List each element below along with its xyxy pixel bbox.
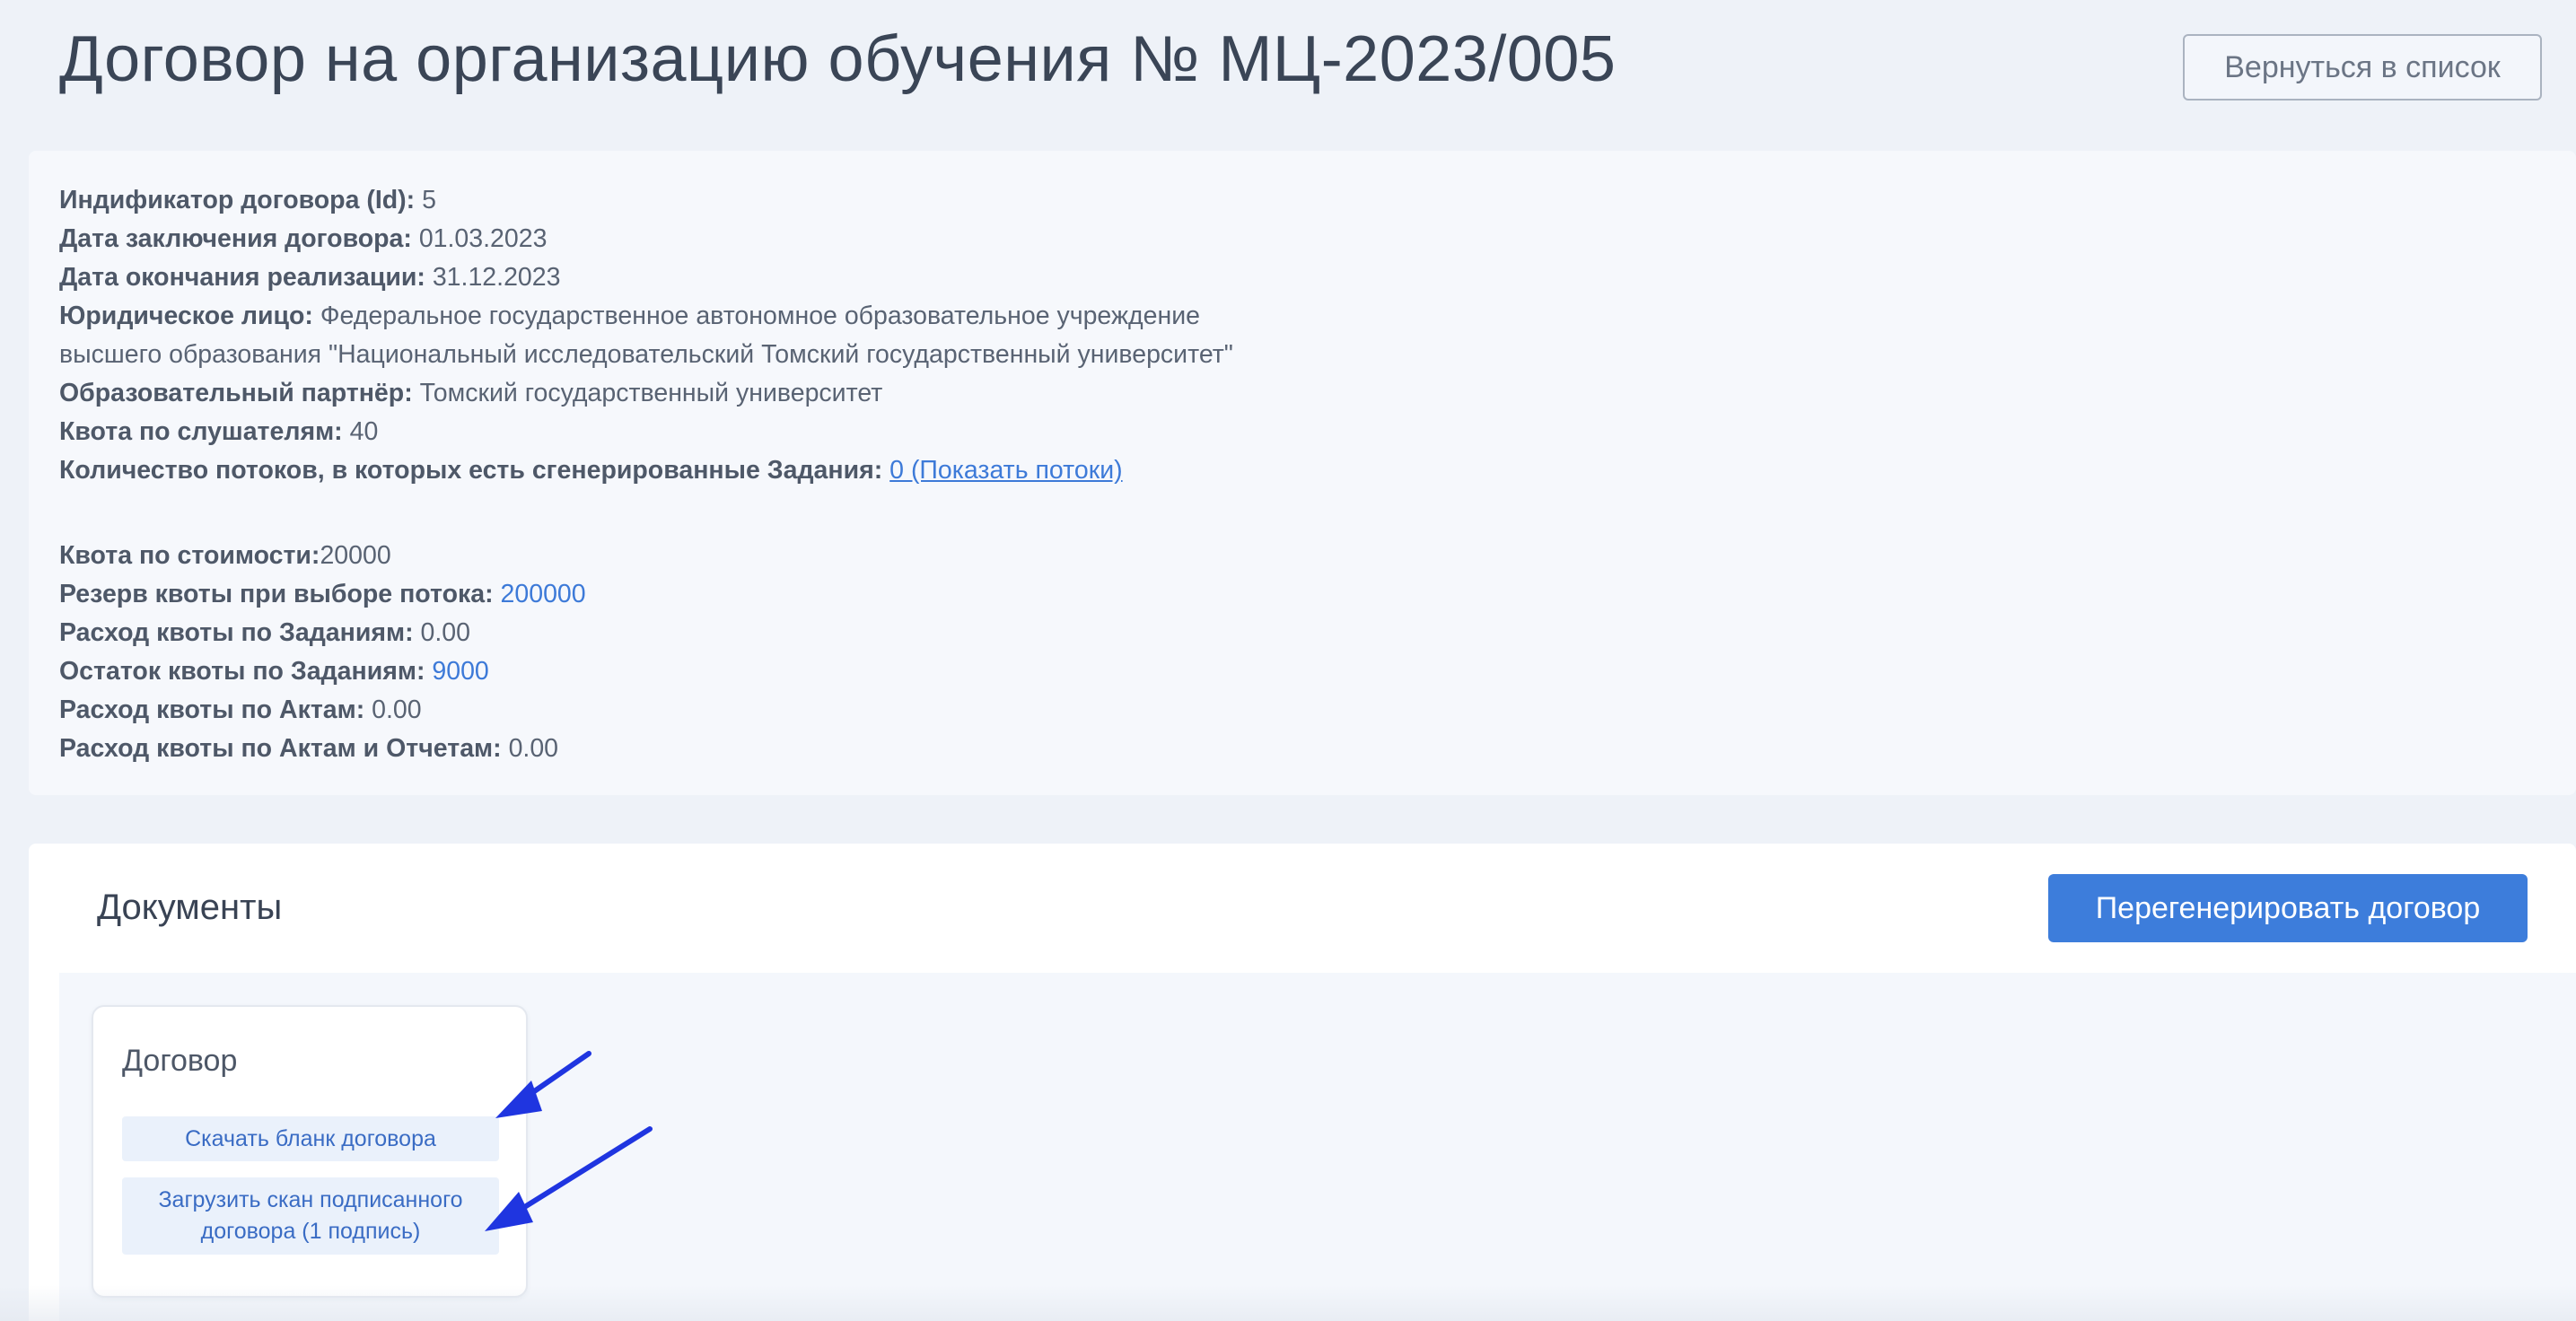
documents-panel: Документы Перегенерировать договор Догов… <box>29 844 2576 1321</box>
tasks-spend-row: Расход квоты по Заданиям: 0.00 <box>59 614 470 652</box>
partner-label: Образовательный партнёр: <box>59 379 413 407</box>
conclusion-date-row: Дата заключения договора: 01.03.2023 <box>59 220 547 258</box>
upload-signed-scan-button[interactable]: Загрузить скан подписанного договора (1 … <box>122 1177 499 1255</box>
documents-list-area: Договор Скачать бланк договора Загрузить… <box>59 973 2576 1321</box>
end-date-label: Дата окончания реализации: <box>59 263 425 292</box>
document-card-title: Договор <box>122 1044 238 1078</box>
contract-id-value: 5 <box>422 186 436 214</box>
acts-spend-label: Расход квоты по Актам: <box>59 695 365 724</box>
listener-quota-label: Квота по слушателям: <box>59 417 343 446</box>
documents-heading: Документы <box>97 888 283 927</box>
contract-document-card: Договор Скачать бланк договора Загрузить… <box>92 1005 528 1298</box>
end-date-value: 31.12.2023 <box>432 263 561 292</box>
legal-entity-value-line1: Федеральное государственное автономное о… <box>320 302 1201 330</box>
reserve-row: Резерв квоты при выборе потока: 200000 <box>59 575 586 614</box>
download-contract-form-button[interactable]: Скачать бланк договора <box>122 1116 499 1161</box>
contract-id-row: Индификатор договора (Id): 5 <box>59 181 436 220</box>
acts-reports-spend-value: 0.00 <box>508 734 559 763</box>
end-date-row: Дата окончания реализации: 31.12.2023 <box>59 258 560 297</box>
legal-entity-value-line2: высшего образования "Национальный исслед… <box>59 340 1233 369</box>
page-title: Договор на организацию обучения № МЦ-202… <box>59 23 1617 95</box>
acts-spend-value: 0.00 <box>372 695 422 724</box>
acts-reports-spend-label: Расход квоты по Актам и Отчетам: <box>59 734 502 763</box>
cost-quota-row: Квота по стоимости:20000 <box>59 537 391 575</box>
acts-spend-row: Расход квоты по Актам: 0.00 <box>59 691 422 730</box>
cost-quota-label: Квота по стоимости: <box>59 541 320 570</box>
legal-entity-label: Юридическое лицо: <box>59 302 313 330</box>
tasks-remainder-row: Остаток квоты по Заданиям: 9000 <box>59 652 489 691</box>
show-streams-link[interactable]: 0 (Показать потоки) <box>889 456 1122 485</box>
tasks-remainder-value: 9000 <box>432 657 489 686</box>
contract-info-panel: Индификатор договора (Id): 5 Дата заключ… <box>29 151 2576 795</box>
legal-entity-row-continued: высшего образования "Национальный исслед… <box>59 336 1233 374</box>
streams-label: Количество потоков, в которых есть сгене… <box>59 456 883 485</box>
partner-row: Образовательный партнёр: Томский государ… <box>59 374 882 413</box>
tasks-spend-value: 0.00 <box>420 618 470 647</box>
listener-quota-value: 40 <box>349 417 379 446</box>
listener-quota-row: Квота по слушателям: 40 <box>59 413 378 451</box>
legal-entity-row: Юридическое лицо: Федеральное государств… <box>59 297 1200 336</box>
reserve-value: 200000 <box>500 580 586 608</box>
contract-id-label: Индификатор договора (Id): <box>59 186 416 214</box>
tasks-remainder-label: Остаток квоты по Заданиям: <box>59 657 425 686</box>
back-to-list-button[interactable]: Вернуться в список <box>2183 34 2542 101</box>
reserve-label: Резерв квоты при выборе потока: <box>59 580 494 608</box>
acts-reports-spend-row: Расход квоты по Актам и Отчетам: 0.00 <box>59 730 558 768</box>
regenerate-contract-button[interactable]: Перегенерировать договор <box>2048 874 2528 942</box>
partner-value: Томский государственный университет <box>419 379 883 407</box>
streams-row: Количество потоков, в которых есть сгене… <box>59 451 1123 490</box>
cost-quota-value: 20000 <box>320 541 391 570</box>
conclusion-date-value: 01.03.2023 <box>418 224 548 253</box>
conclusion-date-label: Дата заключения договора: <box>59 224 412 253</box>
tasks-spend-label: Расход квоты по Заданиям: <box>59 618 414 647</box>
